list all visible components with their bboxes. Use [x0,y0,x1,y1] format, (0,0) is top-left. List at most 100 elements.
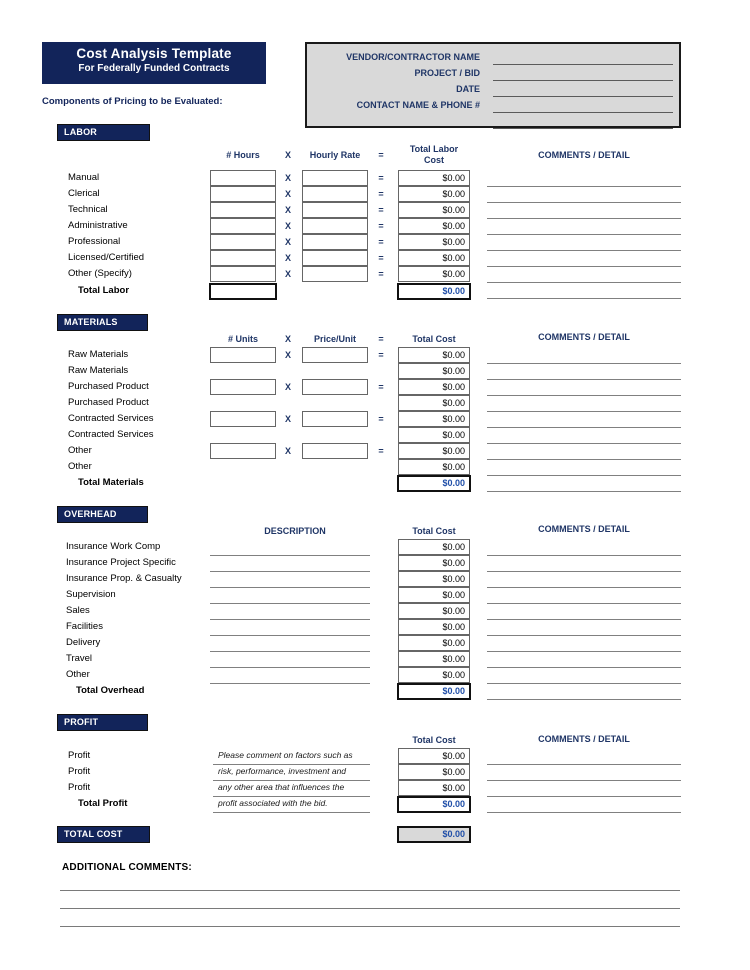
labor-rate-input[interactable] [302,202,368,218]
materials-comment-input[interactable] [487,427,681,428]
labor-rate-input[interactable] [302,170,368,186]
labor-total-comment-input[interactable] [487,298,681,299]
project-bid-label: PROJECT / BID [414,68,480,78]
overhead-comment-input[interactable] [487,555,681,556]
vendor-name-input[interactable] [493,64,673,65]
materials-comment-input[interactable] [487,395,681,396]
overhead-comment-input[interactable] [487,651,681,652]
labor-comment-input[interactable] [487,266,681,267]
overhead-comment-input[interactable] [487,667,681,668]
labor-col-times: X [284,150,291,160]
labor-equals-symbol: = [378,221,384,231]
overhead-description-input[interactable] [210,683,370,684]
overhead-description-input[interactable] [210,651,370,652]
profit-col-comments: COMMENTS / DETAIL [538,734,630,744]
materials-units-input[interactable] [210,443,276,459]
labor-comment-input[interactable] [487,234,681,235]
materials-price-input[interactable] [302,411,368,427]
materials-comment-input[interactable] [487,443,681,444]
materials-comment-input[interactable] [487,459,681,460]
labor-rate-input[interactable] [302,266,368,282]
labor-col-rate: Hourly Rate [309,150,361,160]
labor-hours-input[interactable] [210,186,276,202]
materials-comment-input[interactable] [487,363,681,364]
overhead-comment-input[interactable] [487,571,681,572]
materials-units-input[interactable] [210,347,276,363]
materials-comment-input[interactable] [487,411,681,412]
overhead-comment-input[interactable] [487,619,681,620]
materials-col-comments: COMMENTS / DETAIL [538,332,630,342]
overhead-description-input[interactable] [210,603,370,604]
materials-units-input[interactable] [210,411,276,427]
materials-comment-input[interactable] [487,475,681,476]
overhead-description-input[interactable] [210,587,370,588]
profit-comment-input[interactable] [487,764,681,765]
profit-comment-input[interactable] [487,796,681,797]
labor-total-cost-cell: $0.00 [397,283,471,300]
page-title: Cost Analysis Template [76,46,232,61]
labor-comment-input[interactable] [487,250,681,251]
overhead-description-input[interactable] [210,619,370,620]
overhead-comment-input[interactable] [487,683,681,684]
profit-comment-input[interactable] [487,780,681,781]
overhead-total-comment-input[interactable] [487,699,681,700]
materials-total-cell: $0.00 [398,379,470,395]
overhead-row-label: Supervision [66,589,116,600]
overhead-total-cell: $0.00 [398,539,470,555]
additional-comments-input[interactable] [60,926,680,927]
overhead-description-input[interactable] [210,571,370,572]
profit-total-cell: $0.00 [398,764,470,780]
labor-times-symbol: X [284,189,291,199]
additional-comments-input[interactable] [60,908,680,909]
materials-units-input[interactable] [210,379,276,395]
materials-total-comment-input[interactable] [487,491,681,492]
contact-name-phone-input[interactable] [493,112,673,113]
labor-total-cell: $0.00 [398,170,470,186]
labor-hours-input[interactable] [210,234,276,250]
overhead-row-label: Insurance Project Specific [66,557,176,568]
overhead-description-input[interactable] [210,635,370,636]
profit-total-comment-input[interactable] [487,812,681,813]
labor-total-hours-input[interactable] [209,283,277,300]
date-input[interactable] [493,96,673,97]
labor-rate-input[interactable] [302,218,368,234]
labor-equals-symbol: = [378,253,384,263]
vendor-extra-input[interactable] [493,128,673,129]
profit-total-note-line[interactable] [213,812,370,813]
labor-rate-input[interactable] [302,234,368,250]
labor-total-cell: $0.00 [398,218,470,234]
materials-comment-input[interactable] [487,379,681,380]
materials-col-times: X [284,334,291,344]
labor-times-symbol: X [284,205,291,215]
labor-comment-input[interactable] [487,202,681,203]
materials-price-input[interactable] [302,379,368,395]
labor-hours-input[interactable] [210,202,276,218]
overhead-comment-input[interactable] [487,635,681,636]
date-label: DATE [456,84,480,94]
overhead-description-input[interactable] [210,667,370,668]
project-bid-input[interactable] [493,80,673,81]
labor-comment-input[interactable] [487,282,681,283]
materials-price-input[interactable] [302,347,368,363]
labor-comment-input[interactable] [487,186,681,187]
materials-row-label: Purchased Product [68,397,149,408]
additional-comments-input[interactable] [60,890,680,891]
labor-hours-input[interactable] [210,218,276,234]
labor-hours-input[interactable] [210,250,276,266]
section-header-total-cost: TOTAL COST [57,826,150,843]
labor-hours-input[interactable] [210,266,276,282]
labor-rate-input[interactable] [302,186,368,202]
labor-total-cell: $0.00 [398,186,470,202]
labor-equals-symbol: = [378,189,384,199]
labor-rate-input[interactable] [302,250,368,266]
overhead-description-input[interactable] [210,555,370,556]
overhead-comment-input[interactable] [487,603,681,604]
materials-row-label: Other [68,461,92,472]
profit-note-text: any other area that influences the [218,782,345,792]
materials-times-symbol: X [284,382,291,392]
vendor-field-row: VENDOR/CONTRACTOR NAME [307,50,679,65]
labor-comment-input[interactable] [487,218,681,219]
materials-price-input[interactable] [302,443,368,459]
labor-hours-input[interactable] [210,170,276,186]
overhead-comment-input[interactable] [487,587,681,588]
